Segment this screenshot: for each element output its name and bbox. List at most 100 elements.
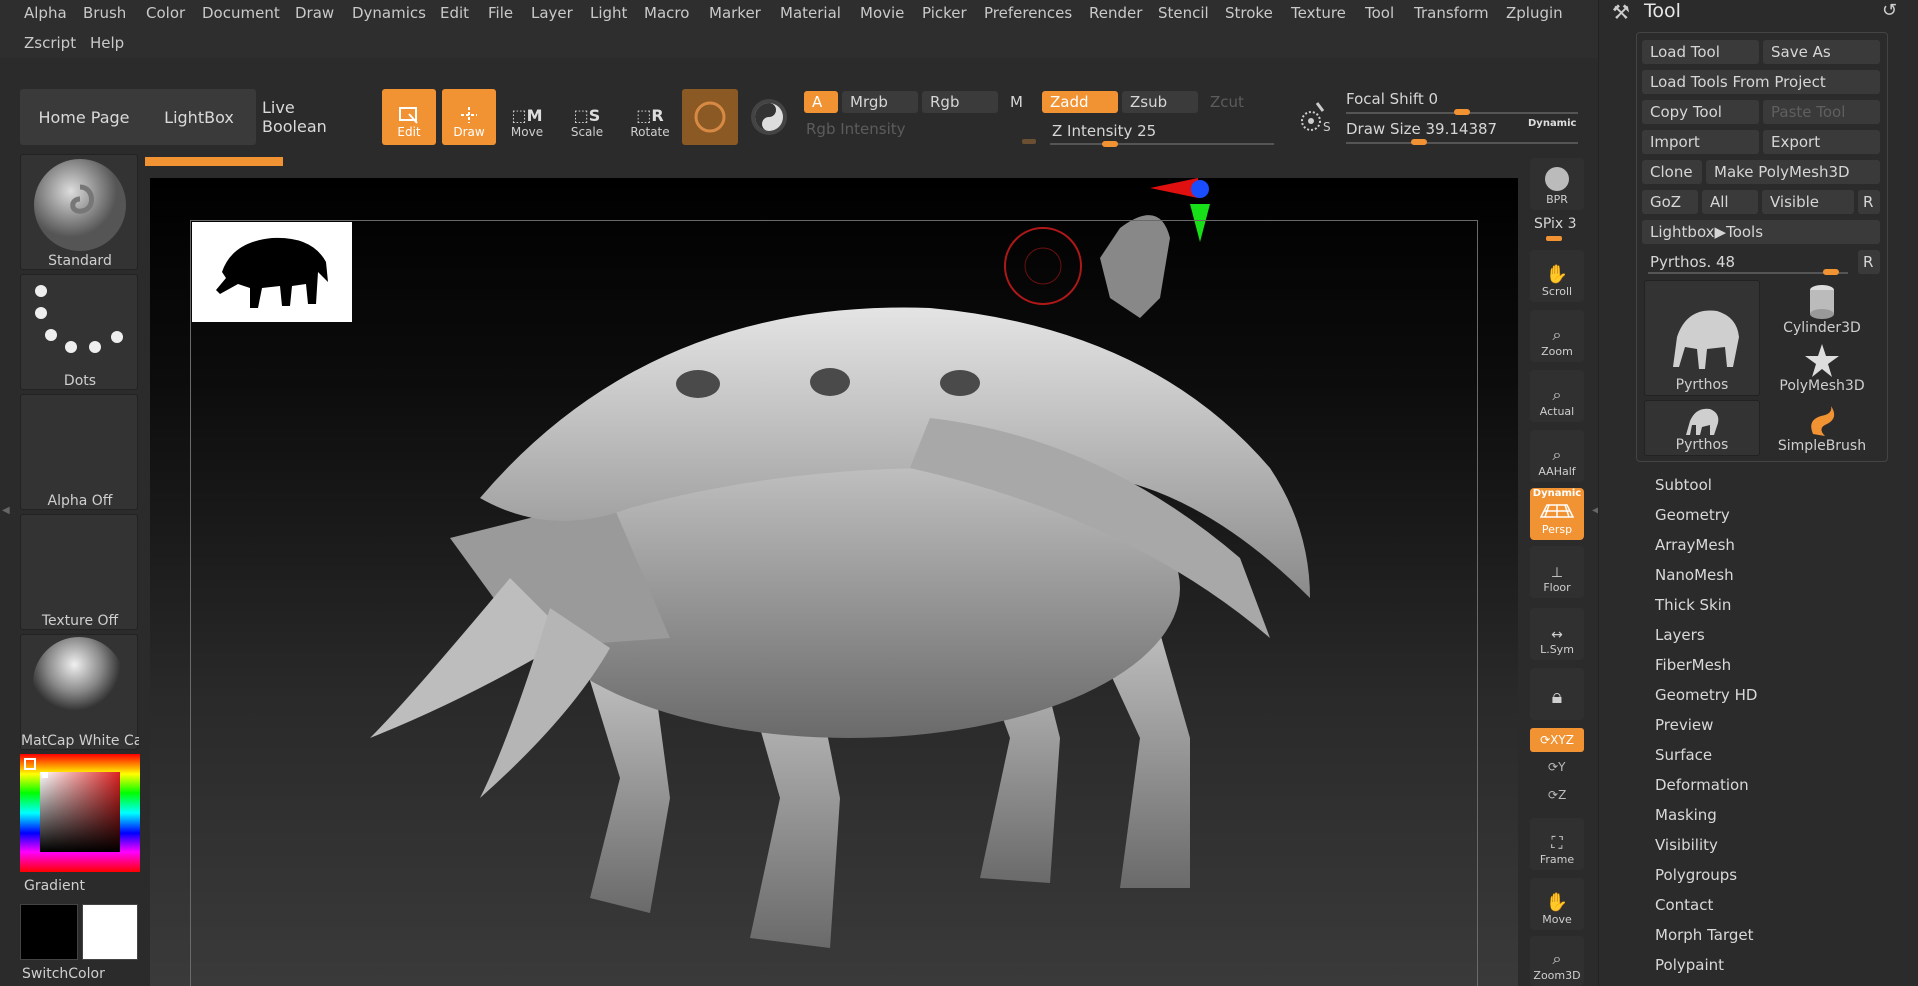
goz-all-button[interactable]: All bbox=[1702, 190, 1758, 214]
focal-shift-slider[interactable]: Focal Shift 0 bbox=[1346, 90, 1576, 110]
menu-movie[interactable]: Movie bbox=[860, 4, 904, 22]
y-rotation-button[interactable]: ⟳Y bbox=[1548, 760, 1565, 774]
load-tool-button[interactable]: Load Tool bbox=[1642, 40, 1759, 64]
lock-button[interactable]: 🔒︎ bbox=[1530, 668, 1584, 720]
subpalette-contact[interactable]: Contact bbox=[1655, 896, 1713, 914]
subpalette-preview[interactable]: Preview bbox=[1655, 716, 1713, 734]
subpalette-subtool[interactable]: Subtool bbox=[1655, 476, 1712, 494]
live-boolean-button[interactable]: Live Boolean bbox=[262, 89, 362, 145]
subpalette-geometry-hd[interactable]: Geometry HD bbox=[1655, 686, 1757, 704]
paste-tool-button[interactable]: Paste Tool bbox=[1763, 100, 1880, 124]
menu-alpha[interactable]: Alpha bbox=[24, 4, 67, 22]
menu-material[interactable]: Material bbox=[780, 4, 841, 22]
dynamic-persp-label[interactable]: Dynamic bbox=[1533, 488, 1581, 499]
a-toggle[interactable]: A bbox=[804, 91, 838, 113]
menu-picker[interactable]: Picker bbox=[922, 4, 967, 22]
rgb-intensity-slider[interactable]: Rgb Intensity bbox=[798, 118, 1038, 140]
subpalette-fibermesh[interactable]: FiberMesh bbox=[1655, 656, 1731, 674]
export-button[interactable]: Export bbox=[1763, 130, 1880, 154]
switch-color-button[interactable]: SwitchColor bbox=[22, 966, 105, 982]
menu-color[interactable]: Color bbox=[146, 4, 185, 22]
subpalette-morph-target[interactable]: Morph Target bbox=[1655, 926, 1754, 944]
menu-tool[interactable]: Tool bbox=[1365, 4, 1394, 22]
menu-light[interactable]: Light bbox=[590, 4, 627, 22]
zoom-button[interactable]: ⌕ Zoom bbox=[1530, 310, 1584, 362]
color-sphere-button[interactable] bbox=[744, 89, 794, 145]
xyz-rotation-button[interactable]: ⟳ XYZ bbox=[1530, 728, 1584, 752]
edit-button[interactable]: Edit bbox=[382, 89, 436, 145]
make-polymesh3d-button[interactable]: Make PolyMesh3D bbox=[1706, 160, 1880, 184]
material-preview-button[interactable] bbox=[682, 89, 738, 145]
goz-visible-button[interactable]: Visible bbox=[1762, 190, 1854, 214]
subpalette-polygroups[interactable]: Polygroups bbox=[1655, 866, 1737, 884]
color-picker[interactable] bbox=[20, 754, 140, 872]
z-intensity-knob[interactable] bbox=[1102, 141, 1118, 147]
z-rotation-button[interactable]: ⟳Z bbox=[1548, 788, 1566, 802]
secondary-color-swatch[interactable] bbox=[82, 904, 138, 960]
stroke-selector[interactable]: Dots bbox=[20, 274, 138, 390]
menu-help[interactable]: Help bbox=[90, 34, 124, 52]
alpha-selector[interactable]: Alpha Off bbox=[20, 394, 138, 510]
scroll-button[interactable]: ✋ Scroll bbox=[1530, 250, 1584, 302]
subpalette-nanomesh[interactable]: NanoMesh bbox=[1655, 566, 1734, 584]
move-button[interactable]: ⬚M Move bbox=[500, 89, 554, 145]
tool-panel-title[interactable]: Tool bbox=[1644, 0, 1681, 22]
material-selector[interactable]: MatCap White Ca bbox=[20, 634, 139, 750]
pyrthos-knob[interactable] bbox=[1822, 269, 1839, 275]
persp-button[interactable]: Dynamic Persp bbox=[1530, 488, 1584, 540]
menu-macro[interactable]: Macro bbox=[644, 4, 689, 22]
left-collapse-arrow-icon[interactable]: ◀ bbox=[2, 505, 12, 535]
lightbox-tools-button[interactable]: Lightbox▶Tools bbox=[1642, 220, 1880, 244]
subpalette-layers[interactable]: Layers bbox=[1655, 626, 1705, 644]
tool-thumb-pyrthos-large[interactable]: Pyrthos bbox=[1644, 280, 1760, 396]
bpr-render-button[interactable]: BPR bbox=[1530, 158, 1584, 210]
texture-selector[interactable]: Texture Off bbox=[20, 514, 138, 630]
home-page-button[interactable]: Home Page bbox=[20, 89, 148, 145]
saturation-value-square[interactable] bbox=[40, 772, 120, 852]
tool-thumb-pyrthos-small[interactable]: Pyrthos bbox=[1644, 400, 1760, 456]
navigation-thumbnail[interactable] bbox=[192, 222, 352, 322]
subpalette-thick-skin[interactable]: Thick Skin bbox=[1655, 596, 1731, 614]
zcut-toggle[interactable]: Zcut bbox=[1202, 91, 1278, 113]
zsub-toggle[interactable]: Zsub bbox=[1122, 91, 1198, 113]
scale-button[interactable]: ⬚S Scale bbox=[560, 89, 614, 145]
gradient-label[interactable]: Gradient bbox=[24, 878, 85, 894]
m-toggle[interactable]: M bbox=[1002, 91, 1032, 113]
draw-size-slider[interactable]: Draw Size 39.14387 bbox=[1346, 120, 1526, 140]
color-marker[interactable] bbox=[42, 772, 48, 778]
menu-zplugin[interactable]: Zplugin bbox=[1506, 4, 1563, 22]
goz-button[interactable]: GoZ bbox=[1642, 190, 1698, 214]
menu-document[interactable]: Document bbox=[202, 4, 280, 22]
save-as-button[interactable]: Save As bbox=[1763, 40, 1880, 64]
goz-r-button[interactable]: R bbox=[1858, 190, 1880, 214]
menu-transform[interactable]: Transform bbox=[1414, 4, 1489, 22]
move-view-button[interactable]: ✋ Move bbox=[1530, 878, 1584, 930]
menu-dynamics[interactable]: Dynamics bbox=[352, 4, 426, 22]
brush-selector[interactable]: Standard bbox=[20, 154, 138, 270]
subpalette-masking[interactable]: Masking bbox=[1655, 806, 1717, 824]
menu-texture[interactable]: Texture bbox=[1291, 4, 1346, 22]
menu-stencil[interactable]: Stencil bbox=[1158, 4, 1209, 22]
draw-button[interactable]: Draw bbox=[442, 89, 496, 145]
menu-preferences[interactable]: Preferences bbox=[984, 4, 1072, 22]
tool-thumb-cylinder3d[interactable]: Cylinder3D bbox=[1764, 280, 1880, 338]
menu-file[interactable]: File bbox=[488, 4, 513, 22]
local-symmetry-button[interactable]: ↔ L.Sym bbox=[1530, 608, 1584, 660]
primary-color-swatch[interactable] bbox=[20, 904, 78, 960]
menu-marker[interactable]: Marker bbox=[709, 4, 761, 22]
floor-button[interactable]: ⊥ Floor bbox=[1530, 546, 1584, 598]
menu-layer[interactable]: Layer bbox=[531, 4, 573, 22]
load-tools-from-project-button[interactable]: Load Tools From Project bbox=[1642, 70, 1880, 94]
lightbox-button[interactable]: LightBox bbox=[142, 89, 256, 145]
import-button[interactable]: Import bbox=[1642, 130, 1759, 154]
menu-edit[interactable]: Edit bbox=[440, 4, 469, 22]
panel-reset-icon[interactable]: ↺ bbox=[1882, 0, 1897, 21]
z-intensity-slider[interactable]: Z Intensity 25 bbox=[1044, 120, 1278, 142]
menu-stroke[interactable]: Stroke bbox=[1225, 4, 1273, 22]
frame-button[interactable]: ⛶ Frame bbox=[1530, 818, 1584, 870]
stroke-settings-button[interactable]: S bbox=[1290, 92, 1340, 142]
subpalette-surface[interactable]: Surface bbox=[1655, 746, 1712, 764]
draw-size-knob[interactable] bbox=[1410, 139, 1427, 145]
aahalf-button[interactable]: ⌕ AAHalf bbox=[1530, 430, 1584, 482]
pyrthos-r-button[interactable]: R bbox=[1858, 250, 1880, 274]
